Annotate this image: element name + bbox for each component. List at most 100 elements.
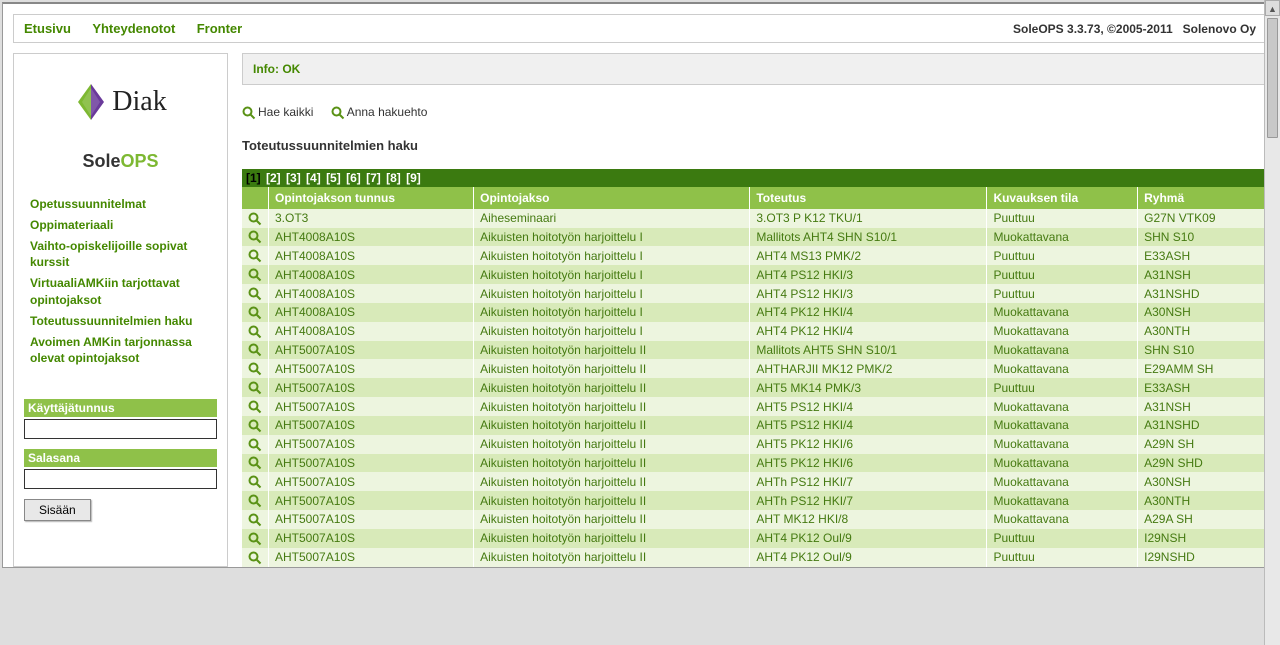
cell-group[interactable]: E33ASH	[1138, 246, 1267, 265]
cell-course[interactable]: Aikuisten hoitotyön harjoittelu I	[474, 265, 750, 284]
cell-code[interactable]: AHT5007A10S	[269, 416, 474, 435]
cell-code[interactable]: AHT4008A10S	[269, 284, 474, 303]
cell-state[interactable]: Muokattavana	[987, 397, 1138, 416]
cell-code[interactable]: AHT5007A10S	[269, 454, 474, 473]
cell-state[interactable]: Muokattavana	[987, 416, 1138, 435]
cell-group[interactable]: A31NSH	[1138, 265, 1267, 284]
cell-impl[interactable]: AHTHARJII MK12 PMK/2	[750, 359, 987, 378]
page-link[interactable]: [3]	[286, 171, 301, 185]
page-link[interactable]: [2]	[266, 171, 281, 185]
cell-state[interactable]: Muokattavana	[987, 322, 1138, 341]
cell-course[interactable]: Aikuisten hoitotyön harjoittelu I	[474, 228, 750, 247]
cell-state[interactable]: Muokattavana	[987, 510, 1138, 529]
page-link[interactable]: [4]	[306, 171, 321, 185]
cell-course[interactable]: Aiheseminaari	[474, 209, 750, 228]
cell-group[interactable]: E33ASH	[1138, 378, 1267, 397]
cell-course[interactable]: Aikuisten hoitotyön harjoittelu II	[474, 416, 750, 435]
cell-code[interactable]: AHT4008A10S	[269, 322, 474, 341]
cell-group[interactable]: A31NSHD	[1138, 284, 1267, 303]
cell-code[interactable]: AHT5007A10S	[269, 548, 474, 567]
cell-impl[interactable]: AHTh PS12 HKI/7	[750, 491, 987, 510]
page-link[interactable]: [5]	[326, 171, 341, 185]
cell-state[interactable]: Puuttuu	[987, 378, 1138, 397]
cell-impl[interactable]: AHT MK12 HKI/8	[750, 510, 987, 529]
page-link[interactable]: [9]	[406, 171, 421, 185]
cell-impl[interactable]: AHT4 PS12 HKI/3	[750, 284, 987, 303]
sidebar-item[interactable]: Vaihto-opiskelijoille sopivat kurssit	[24, 236, 217, 274]
col-header-impl[interactable]: Toteutus	[750, 187, 987, 209]
cell-state[interactable]: Muokattavana	[987, 228, 1138, 247]
cell-code[interactable]: AHT5007A10S	[269, 378, 474, 397]
cell-state[interactable]: Muokattavana	[987, 472, 1138, 491]
sidebar-item[interactable]: Oppimateriaali	[24, 215, 217, 236]
row-view-icon[interactable]	[242, 472, 269, 491]
row-view-icon[interactable]	[242, 303, 269, 322]
cell-state[interactable]: Muokattavana	[987, 435, 1138, 454]
col-header-group[interactable]: Ryhmä	[1138, 187, 1267, 209]
vertical-scrollbar[interactable]: ▲	[1264, 0, 1280, 645]
cell-state[interactable]: Puuttuu	[987, 284, 1138, 303]
cell-code[interactable]: AHT4008A10S	[269, 265, 474, 284]
row-view-icon[interactable]	[242, 359, 269, 378]
cell-course[interactable]: Aikuisten hoitotyön harjoittelu I	[474, 322, 750, 341]
col-header-course[interactable]: Opintojakso	[474, 187, 750, 209]
scroll-up-arrow-icon[interactable]: ▲	[1265, 0, 1280, 16]
cell-code[interactable]: AHT5007A10S	[269, 397, 474, 416]
search-criteria-link[interactable]: Anna hakuehto	[331, 105, 428, 119]
page-link[interactable]: [6]	[346, 171, 361, 185]
cell-group[interactable]: A30NTH	[1138, 491, 1267, 510]
cell-course[interactable]: Aikuisten hoitotyön harjoittelu I	[474, 284, 750, 303]
cell-course[interactable]: Aikuisten hoitotyön harjoittelu II	[474, 529, 750, 548]
cell-impl[interactable]: AHT4 PK12 Oul/9	[750, 529, 987, 548]
cell-course[interactable]: Aikuisten hoitotyön harjoittelu II	[474, 472, 750, 491]
cell-code[interactable]: 3.OT3	[269, 209, 474, 228]
cell-impl[interactable]: 3.OT3 P K12 TKU/1	[750, 209, 987, 228]
cell-course[interactable]: Aikuisten hoitotyön harjoittelu II	[474, 397, 750, 416]
cell-code[interactable]: AHT5007A10S	[269, 472, 474, 491]
search-all-link[interactable]: Hae kaikki	[242, 105, 317, 119]
cell-state[interactable]: Puuttuu	[987, 529, 1138, 548]
cell-course[interactable]: Aikuisten hoitotyön harjoittelu II	[474, 435, 750, 454]
cell-course[interactable]: Aikuisten hoitotyön harjoittelu II	[474, 359, 750, 378]
cell-code[interactable]: AHT4008A10S	[269, 303, 474, 322]
cell-group[interactable]: A31NSHD	[1138, 416, 1267, 435]
cell-state[interactable]: Muokattavana	[987, 303, 1138, 322]
cell-state[interactable]: Muokattavana	[987, 359, 1138, 378]
cell-state[interactable]: Puuttuu	[987, 246, 1138, 265]
sidebar-item[interactable]: VirtuaaliAMKiin tarjottavat opintojaksot	[24, 273, 217, 311]
row-view-icon[interactable]	[242, 454, 269, 473]
cell-state[interactable]: Puuttuu	[987, 548, 1138, 567]
cell-group[interactable]: E29AMM SH	[1138, 359, 1267, 378]
cell-impl[interactable]: AHT5 PS12 HKI/4	[750, 397, 987, 416]
col-header-code[interactable]: Opintojakson tunnus	[269, 187, 474, 209]
cell-course[interactable]: Aikuisten hoitotyön harjoittelu II	[474, 341, 750, 360]
cell-code[interactable]: AHT5007A10S	[269, 529, 474, 548]
cell-impl[interactable]: AHTh PS12 HKI/7	[750, 472, 987, 491]
cell-impl[interactable]: AHT5 PK12 HKI/6	[750, 454, 987, 473]
cell-impl[interactable]: AHT4 PS12 HKI/3	[750, 265, 987, 284]
cell-state[interactable]: Puuttuu	[987, 209, 1138, 228]
cell-group[interactable]: A30NSH	[1138, 303, 1267, 322]
cell-code[interactable]: AHT4008A10S	[269, 246, 474, 265]
cell-group[interactable]: A29N SHD	[1138, 454, 1267, 473]
cell-group[interactable]: A31NSH	[1138, 397, 1267, 416]
cell-group[interactable]: I29NSHD	[1138, 548, 1267, 567]
password-input[interactable]	[24, 469, 217, 489]
cell-group[interactable]: SHN S10	[1138, 341, 1267, 360]
cell-impl[interactable]: Mallitots AHT5 SHN S10/1	[750, 341, 987, 360]
sidebar-item[interactable]: Avoimen AMKin tarjonnassa olevat opintoj…	[24, 332, 217, 370]
row-view-icon[interactable]	[242, 284, 269, 303]
cell-impl[interactable]: Mallitots AHT4 SHN S10/1	[750, 228, 987, 247]
cell-course[interactable]: Aikuisten hoitotyön harjoittelu II	[474, 378, 750, 397]
cell-course[interactable]: Aikuisten hoitotyön harjoittelu II	[474, 454, 750, 473]
cell-group[interactable]: G27N VTK09	[1138, 209, 1267, 228]
row-view-icon[interactable]	[242, 322, 269, 341]
nav-contacts[interactable]: Yhteydenotot	[92, 21, 175, 36]
cell-code[interactable]: AHT5007A10S	[269, 435, 474, 454]
cell-group[interactable]: A30NSH	[1138, 472, 1267, 491]
row-view-icon[interactable]	[242, 265, 269, 284]
row-view-icon[interactable]	[242, 416, 269, 435]
cell-impl[interactable]: AHT5 PK12 HKI/6	[750, 435, 987, 454]
row-view-icon[interactable]	[242, 209, 269, 228]
cell-impl[interactable]: AHT4 MS13 PMK/2	[750, 246, 987, 265]
